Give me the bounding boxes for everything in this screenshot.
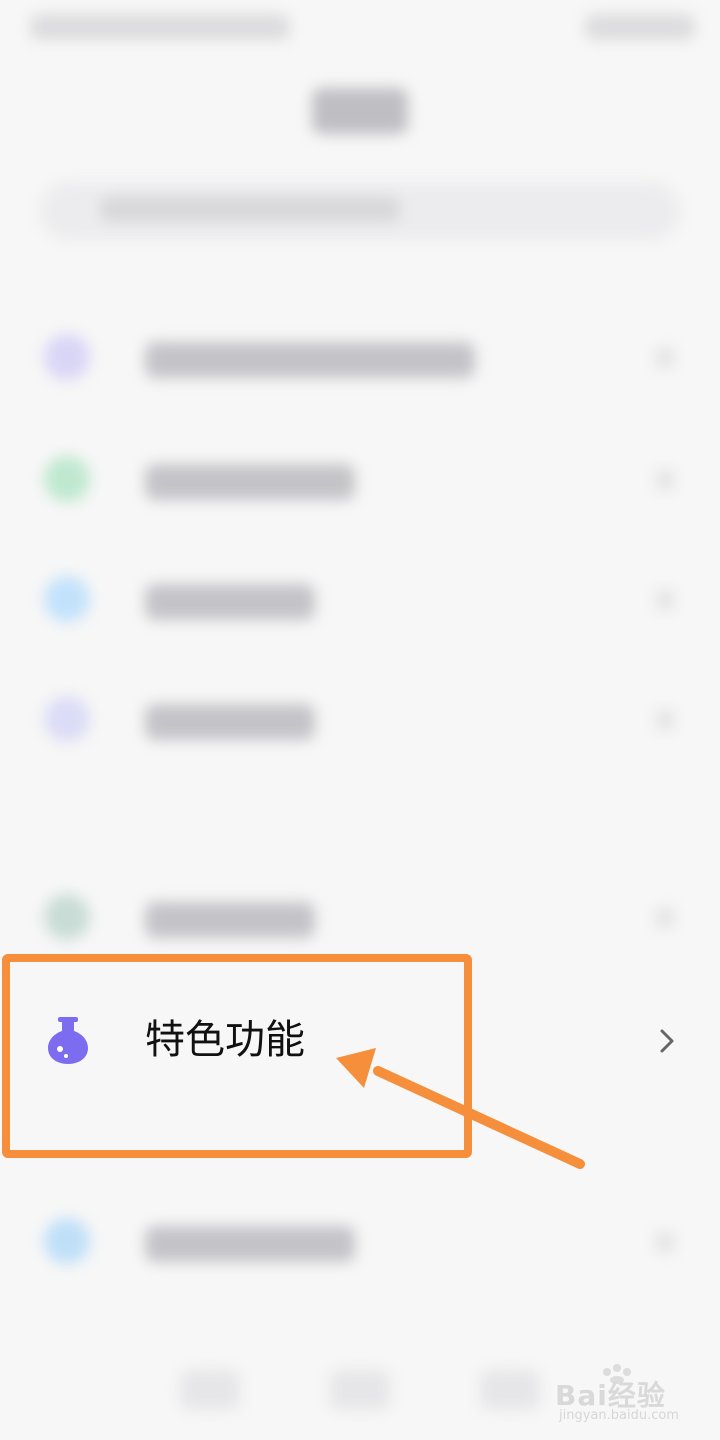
list-item[interactable] — [0, 868, 720, 968]
list-item-label — [145, 902, 315, 938]
search-placeholder — [100, 196, 400, 222]
list-item-label — [145, 342, 475, 378]
watermark-url: jingyan.baidu.com — [559, 1408, 679, 1423]
chevron-right-icon — [656, 590, 674, 610]
tab-item[interactable] — [480, 1370, 540, 1410]
list-item-label — [145, 464, 355, 500]
status-bar-left — [30, 14, 290, 40]
list-item-icon — [44, 894, 90, 940]
chevron-right-icon — [656, 470, 674, 490]
chevron-right-icon — [656, 1232, 674, 1252]
list-item[interactable] — [0, 550, 720, 650]
list-item-icon — [44, 696, 90, 742]
list-item[interactable] — [0, 308, 720, 408]
highlight-box — [2, 954, 472, 1158]
list-item-icon — [44, 1218, 90, 1264]
list-item-label — [145, 1226, 355, 1262]
list-item[interactable] — [0, 430, 720, 530]
tab-item[interactable] — [180, 1370, 240, 1410]
list-item[interactable] — [0, 670, 720, 770]
status-bar-right — [585, 14, 695, 40]
chevron-right-icon — [656, 710, 674, 730]
list-item-icon — [44, 456, 90, 502]
chevron-right-icon — [656, 908, 674, 928]
chevron-right-icon — [656, 348, 674, 368]
list-item-icon — [44, 334, 90, 380]
baidu-watermark: Bai经验 jingyan.baidu.com — [545, 1362, 705, 1428]
list-item-label — [145, 704, 315, 740]
list-item-label — [145, 584, 315, 620]
page-title — [312, 88, 408, 134]
chevron-right-icon — [660, 1029, 674, 1053]
list-item-icon — [44, 576, 90, 622]
tab-item[interactable] — [330, 1370, 390, 1410]
list-item[interactable] — [0, 1192, 720, 1292]
